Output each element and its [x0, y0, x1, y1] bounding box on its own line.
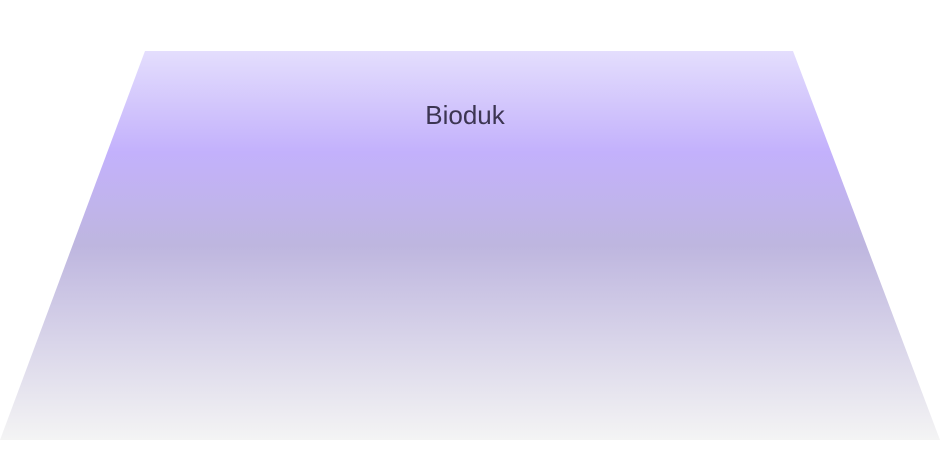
funnel-stage-label: Bioduk — [425, 100, 505, 130]
funnel-diagram: Bioduk — [0, 0, 940, 450]
funnel-canvas: Bioduk — [0, 51, 940, 440]
